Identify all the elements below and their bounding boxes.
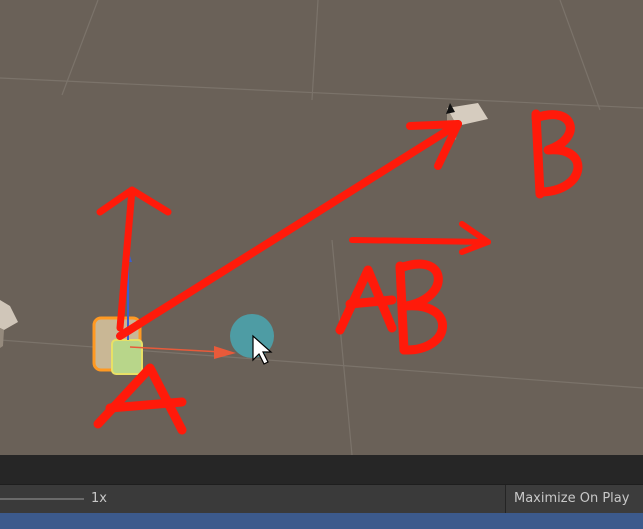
maximize-on-play-button[interactable]: Maximize On Play <box>505 485 643 513</box>
scene-toolbar-separator <box>0 455 643 484</box>
scene-grid <box>0 0 643 455</box>
x-axis-gizmo[interactable] <box>129 346 236 359</box>
point-a-text: A <box>120 423 121 426</box>
timescale-slider[interactable] <box>0 498 84 500</box>
letter-b-annotation <box>531 109 583 199</box>
game-view-toolbar: 1x Maximize On Play <box>0 484 643 513</box>
scene-canvas[interactable]: A B AB <box>0 0 643 455</box>
hand-drawn-annotations <box>93 109 583 435</box>
vector-arrow-annotation <box>349 221 491 255</box>
up-arrow-annotation <box>96 186 172 332</box>
maximize-on-play-label: Maximize On Play <box>514 491 630 506</box>
scene-view[interactable]: A B AB <box>0 0 643 455</box>
vector-ab-text: AB <box>380 338 382 341</box>
letter-ab-annotation <box>335 259 447 355</box>
letter-a-annotation <box>93 363 187 435</box>
timescale-value: 1x <box>91 491 107 506</box>
taskbar-strip <box>0 513 643 529</box>
